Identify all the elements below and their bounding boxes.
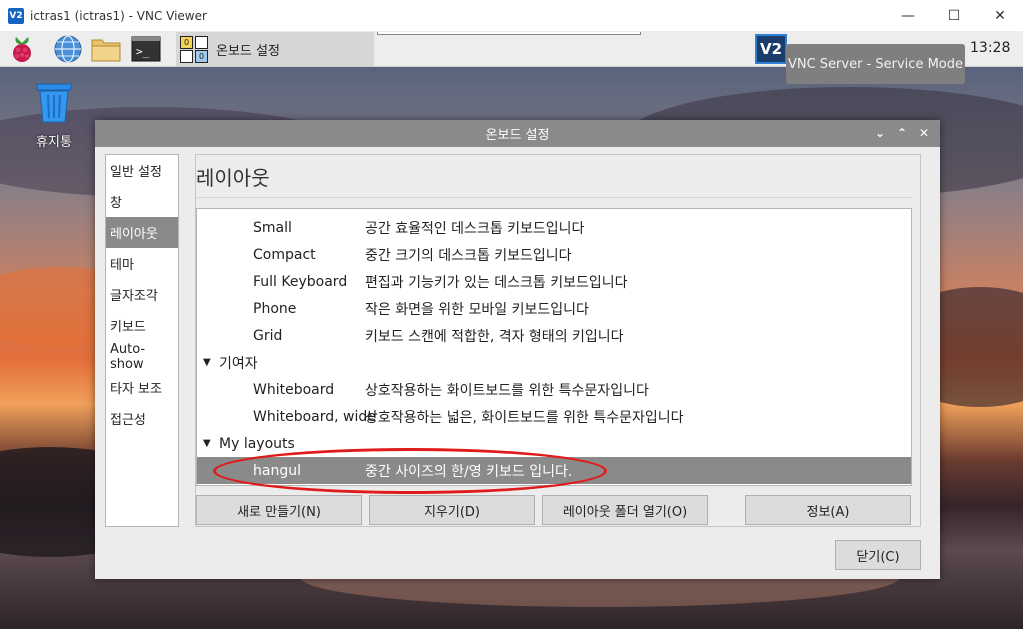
terminal-icon[interactable]: >_ [130, 33, 162, 65]
maximize-button[interactable]: ☐ [931, 0, 977, 31]
info-button[interactable]: 정보(A) [745, 495, 911, 525]
dialog-controls: ⌄ ⌃ ✕ [872, 124, 932, 142]
trash-desktop-item[interactable]: 휴지통 [28, 82, 80, 150]
list-item[interactable]: Whiteboard 상호작용하는 화이트보드를 위한 특수문자입니다 [197, 376, 911, 403]
window-controls: — ☐ ✕ [885, 0, 1023, 31]
sidebar-item-window[interactable]: 창 [106, 186, 178, 217]
close-window-button[interactable]: ✕ [977, 0, 1023, 31]
list-item[interactable]: Small 공간 효율적인 데스크톱 키보드입니다 [197, 214, 911, 241]
sidebar-item-auto-show[interactable]: Auto-show [106, 341, 178, 372]
layout-panel: 레이아웃 Small 공간 효율적인 데스크톱 키보드입니다 Compact 중… [195, 154, 921, 527]
dialog-minimize-button[interactable]: ⌄ [872, 124, 888, 142]
group-header-contrib[interactable]: ▼ 기여자 [197, 349, 911, 376]
taskbar-field[interactable] [377, 32, 641, 35]
delete-layout-button[interactable]: 지우기(D) [369, 495, 535, 525]
trash-label: 휴지통 [36, 135, 72, 150]
group-header-my-layouts[interactable]: ▼ My layouts [197, 430, 911, 457]
dialog-close-button[interactable]: ✕ [916, 124, 932, 142]
web-browser-icon[interactable] [52, 33, 84, 65]
sidebar-item-accessibility[interactable]: 접근성 [106, 403, 178, 434]
file-manager-icon[interactable] [90, 33, 122, 65]
settings-sidebar: 일반 설정 창 레이아웃 테마 글자조각 키보드 Auto-show 타자 보조… [105, 154, 179, 527]
expand-arrow-icon[interactable]: ▼ [203, 438, 211, 449]
list-item[interactable]: Compact 중간 크기의 데스크톱 키보드입니다 [197, 241, 911, 268]
vnc-tray-icon[interactable]: V2 [755, 34, 787, 64]
layout-list[interactable]: Small 공간 효율적인 데스크톱 키보드입니다 Compact 중간 크기의… [196, 208, 912, 486]
dialog-title: 온보드 설정 [485, 128, 550, 143]
trash-icon [36, 83, 72, 123]
vnc-logo-icon: V2 [8, 7, 24, 24]
minimize-button[interactable]: — [885, 0, 931, 31]
sidebar-item-layout[interactable]: 레이아웃 [106, 217, 178, 248]
raspberry-menu-icon[interactable] [6, 33, 38, 65]
vnc-tooltip: VNC Server - Service Mode [786, 44, 965, 84]
vnc-title-bar[interactable]: V2 ictras1 (ictras1) - VNC Viewer — ☐ ✕ [0, 0, 1023, 31]
dialog-title-bar[interactable]: 온보드 설정 ⌄ ⌃ ✕ [95, 120, 940, 147]
list-item[interactable]: Phone 작은 화면을 위한 모바일 키보드입니다 [197, 295, 911, 322]
sidebar-item-snippets[interactable]: 글자조각 [106, 279, 178, 310]
section-title: 레이아웃 [196, 155, 912, 198]
list-item[interactable]: Full Keyboard 편집과 기능키가 있는 데스크톱 키보드입니다 [197, 268, 911, 295]
list-item[interactable]: Whiteboard, wide 상호작용하는 넓은, 화이트보드를 위한 특수… [197, 403, 911, 430]
taskbar-onboard-settings-button[interactable]: 0 0 온보드 설정 [176, 32, 374, 66]
vnc-window-title: ictras1 (ictras1) - VNC Viewer [30, 8, 207, 23]
dialog-maximize-button[interactable]: ⌃ [894, 124, 910, 142]
taskbar-task-label: 온보드 설정 [216, 43, 280, 59]
open-layout-folder-button[interactable]: 레이아웃 폴더 열기(O) [542, 495, 708, 525]
new-layout-button[interactable]: 새로 만들기(N) [196, 495, 362, 525]
sidebar-item-theme[interactable]: 테마 [106, 248, 178, 279]
sidebar-item-keyboard[interactable]: 키보드 [106, 310, 178, 341]
sidebar-item-general[interactable]: 일반 설정 [106, 155, 178, 186]
close-button[interactable]: 닫기(C) [835, 540, 921, 570]
layout-button-bar: 새로 만들기(N) 지우기(D) 레이아웃 폴더 열기(O) 정보(A) [196, 495, 922, 526]
list-item-selected[interactable]: hangul 중간 사이즈의 한/영 키보드 입니다. [197, 457, 911, 484]
list-item[interactable]: Grid 키보드 스캔에 적합한, 격자 형태의 키입니다 [197, 322, 911, 349]
clock[interactable]: 13:28 [970, 40, 1010, 56]
expand-arrow-icon[interactable]: ▼ [203, 357, 211, 368]
onboard-settings-dialog: 온보드 설정 ⌄ ⌃ ✕ 일반 설정 창 레이아웃 테마 글자조각 키보드 Au… [95, 120, 940, 579]
sidebar-item-typing-assist[interactable]: 타자 보조 [106, 372, 178, 403]
onboard-keyboard-icon: 0 0 [178, 34, 212, 64]
svg-text:>_: >_ [136, 45, 150, 58]
